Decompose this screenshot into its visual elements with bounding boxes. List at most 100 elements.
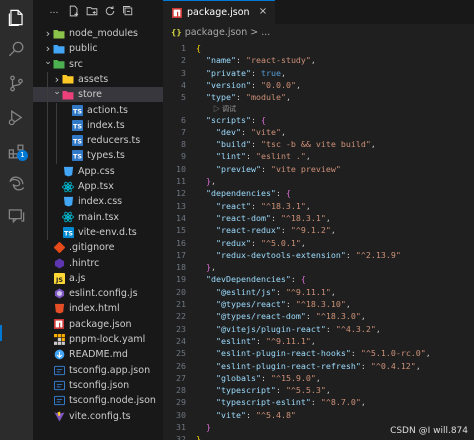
line-number: 29 — [176, 397, 186, 408]
code-text: "dev": "vite", — [196, 126, 286, 138]
code-token: "vite preview" — [270, 163, 341, 174]
line-number: 17 — [176, 249, 186, 260]
tree-item-label: index.html — [69, 303, 120, 315]
code-token: : — [250, 79, 261, 90]
file-eslint-config-js[interactable]: eslint.config.js — [33, 286, 163, 301]
code-token: "private" — [206, 67, 251, 78]
folder-store[interactable]: ⌄ store — [33, 87, 163, 103]
line-number: 10 — [176, 163, 186, 174]
file-index-css[interactable]: index.css — [33, 194, 163, 209]
code-token: : — [250, 67, 261, 78]
tree-item-label: index.ts — [87, 119, 125, 131]
code-token: { — [260, 114, 266, 125]
file-index-html[interactable]: index.html — [33, 301, 163, 316]
code-text: } — [196, 421, 211, 433]
folder-src[interactable]: ⌄ src — [33, 57, 163, 72]
tree-item-label: README.md — [69, 349, 128, 361]
source-control-icon[interactable] — [0, 68, 33, 98]
code-token: "devDependencies" — [206, 274, 291, 285]
code-token: "react-dom" — [215, 212, 271, 223]
code-line: 25 "eslint-plugin-react-hooks": "^5.1.0-… — [163, 347, 474, 359]
file-package-json[interactable]: package.json — [33, 317, 163, 332]
file-tsconfig-json[interactable]: tsconfig.json — [33, 378, 163, 393]
file-tsconfig-app-json[interactable]: tsconfig.app.json — [33, 363, 163, 378]
code-token: , — [300, 237, 306, 248]
code-token: : — [240, 126, 251, 137]
file-gitignore[interactable]: .gitignore — [33, 240, 163, 255]
tree-item-label: main.tsx — [78, 211, 120, 223]
tree-item-label: node_modules — [69, 28, 139, 39]
file-reducers-ts[interactable]: TS reducers.ts — [33, 133, 163, 148]
file-types-ts[interactable]: TS types.ts — [33, 148, 163, 163]
line-number: 21 — [176, 299, 186, 309]
file-app-tsx[interactable]: App.tsx — [33, 179, 163, 194]
line-number: 30 — [176, 409, 186, 420]
line-number: 4 — [181, 79, 186, 90]
code-token: , — [325, 385, 331, 396]
collapse-all-icon[interactable] — [121, 4, 135, 18]
markdown-file-icon — [53, 349, 65, 361]
code-text: }, — [196, 175, 216, 187]
code-text: "eslint": "^9.11.1", — [196, 335, 316, 347]
code-token: , — [305, 200, 311, 211]
file-tsconfig-node-json[interactable]: tsconfig.node.json — [33, 393, 163, 408]
new-file-icon[interactable] — [67, 4, 81, 18]
close-icon[interactable]: × — [257, 6, 269, 18]
tab-package-json[interactable]: package.json × — [163, 0, 275, 24]
file-pnpm-lock-yaml[interactable]: pnpm-lock.yaml — [33, 332, 163, 347]
code-text: "type": "module", — [196, 91, 291, 103]
new-folder-icon[interactable] — [85, 4, 99, 18]
file-app-css[interactable]: App.css — [33, 164, 163, 179]
code-editor[interactable]: 1{2 "name": "react-study", 3 "private": t… — [163, 40, 474, 440]
code-token: : — [260, 163, 271, 174]
code-line: 8 "build": "tsc -b && vite build", — [163, 138, 474, 150]
code-text: } — [196, 433, 201, 440]
code-token: , — [305, 151, 311, 162]
file-index-ts[interactable]: TS index.ts — [33, 118, 163, 133]
indent-guide — [47, 71, 48, 241]
code-token: : — [285, 299, 296, 309]
file-vite-env-d-ts[interactable]: TS vite-env.d.ts — [33, 225, 163, 240]
code-token: "^15.9.0" — [270, 372, 316, 383]
refresh-icon[interactable] — [103, 4, 117, 18]
folder-node-modules[interactable]: › node_modules — [33, 26, 163, 41]
code-token: : — [360, 360, 371, 371]
file-a-js[interactable]: JS a.js — [33, 271, 163, 286]
breadcrumb[interactable]: {} package.json > ... — [163, 24, 474, 40]
folder-public-icon — [53, 43, 65, 55]
watermark: CSDN @I will.874 — [390, 426, 468, 436]
file-readme-md[interactable]: README.md — [33, 347, 163, 362]
file-action-ts[interactable]: TS action.ts — [33, 103, 163, 118]
svg-text:TS: TS — [73, 123, 82, 131]
code-line: 16 "redux": "^5.0.1", — [163, 237, 474, 249]
code-line: 21 "@types/react": "^18.3.10", — [163, 298, 474, 310]
code-text: "devDependencies": { — [196, 273, 306, 285]
file-vite-config-ts[interactable]: vite.config.ts — [33, 409, 163, 424]
tree-item-label: package.json — [69, 318, 132, 330]
chevron-down-icon: ⌄ — [44, 56, 52, 67]
file-hintrc[interactable]: .hintrc — [33, 256, 163, 271]
code-token: : — [250, 139, 261, 150]
code-token: : — [310, 397, 321, 408]
file-main-tsx[interactable]: main.tsx — [33, 210, 163, 225]
remote-explorer-icon[interactable] — [0, 200, 33, 230]
explorer-icon[interactable] — [0, 2, 33, 32]
more-actions-icon[interactable]: … — [47, 4, 61, 18]
edge-devtools-icon[interactable] — [0, 168, 33, 198]
extensions-icon[interactable]: 1 — [0, 136, 33, 166]
run-debug-icon[interactable] — [0, 102, 33, 132]
code-token: "0.0.0" — [260, 79, 296, 90]
search-icon[interactable] — [0, 34, 33, 64]
